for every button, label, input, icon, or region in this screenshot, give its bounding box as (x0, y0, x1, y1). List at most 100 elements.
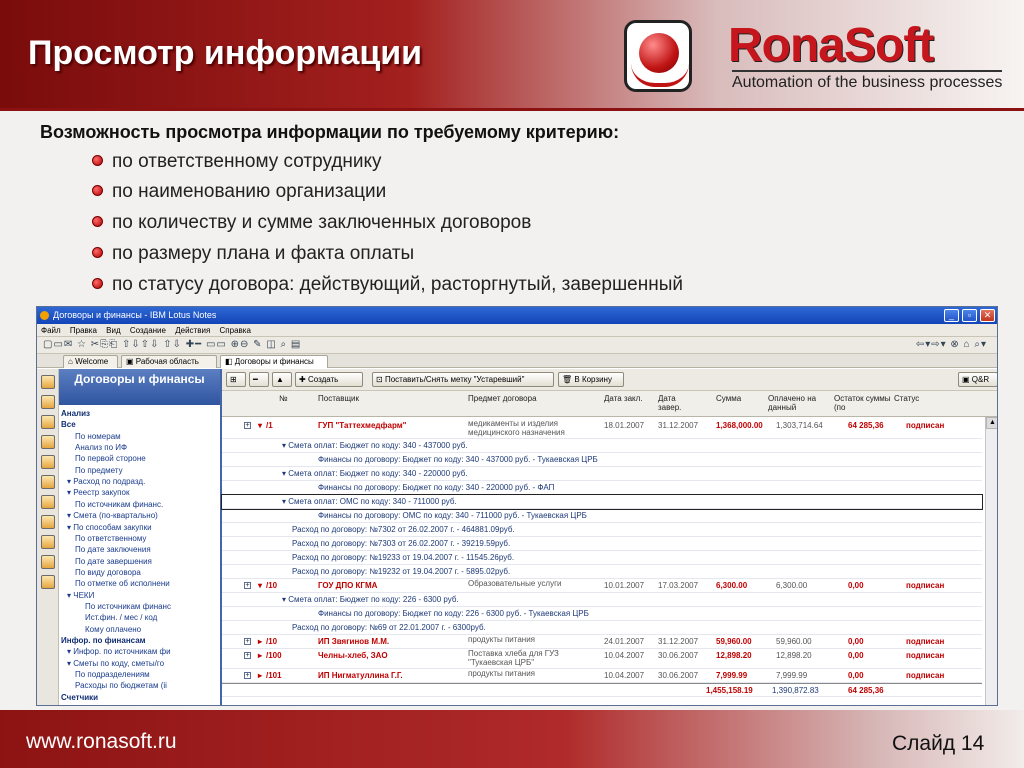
mark-obsolete-button[interactable]: ⊡ Поставить/Снять метку "Устаревший" (372, 372, 554, 387)
qr-button[interactable]: ▣ Q&R (958, 372, 997, 387)
footer-url[interactable]: www.ronasoft.ru (26, 730, 177, 754)
nav-item[interactable]: По дате завершения (75, 557, 152, 566)
nav-item[interactable]: По отметке об исполнени (75, 579, 170, 588)
replicator-icon[interactable] (41, 455, 55, 469)
expand-icon[interactable]: + (244, 638, 251, 645)
contract-row[interactable]: + ▸ /10 ИП Звягинов М.М. продукты питания 24.… (222, 635, 982, 649)
nav-item[interactable]: По номерам (75, 432, 121, 441)
cell-detail: Расход по договору: №69 от 22.01.2007 г.… (292, 623, 486, 632)
nav-item[interactable]: ▾ По способам закупки (67, 523, 152, 532)
nav-item[interactable]: По источникам финанс (85, 602, 171, 611)
detail-row[interactable]: Расход по договору: №7302 от 26.02.2007 … (222, 523, 982, 537)
nav-item[interactable]: По подразделениям (75, 670, 150, 679)
create-button[interactable]: ✚ Создать (295, 372, 363, 387)
twistie-icon[interactable]: ▾ (258, 419, 262, 432)
nav-item[interactable]: По источникам финанс. (75, 500, 163, 509)
menu-file[interactable]: Файл (41, 326, 61, 335)
navigation-icons[interactable]: ⇦▾⇨▾ ⊗ ⌂ ⌕▾ (916, 337, 987, 353)
menu-create[interactable]: Создание (130, 326, 166, 335)
col-subject[interactable]: Предмет договора (468, 394, 537, 403)
nav-item[interactable]: Анализ по ИФ (75, 443, 127, 452)
close-button[interactable]: ✕ (980, 309, 995, 322)
tab-welcome[interactable]: ⌂ Welcome (63, 355, 118, 368)
col-rest[interactable]: Остаток суммы (по (834, 394, 892, 412)
scroll-up-icon[interactable]: ▲ (986, 417, 997, 429)
toolbar-icons[interactable]: ▢▭✉ ☆ ✂⎘⎗ ⇧⇩⇧⇩ ⇧⇩ ✚━ ▭▭ ⊕⊖ ✎ ◫ ⌕ ▤ (43, 339, 301, 350)
nav-item[interactable]: Расходы по бюджетам (ii (75, 681, 167, 690)
detail-row[interactable]: ▾ Смета оплат: Бюджет по коду: 340 - 220… (222, 467, 982, 481)
contract-row[interactable]: + ▸ /100 Челны-хлеб, ЗАО Поставка хлеба для … (222, 649, 982, 669)
twistie-icon[interactable]: ▾ (258, 579, 262, 592)
nav-item[interactable]: Анализ (61, 409, 90, 418)
detail-row[interactable]: ▾ Смета оплат: Бюджет по коду: 340 - 437… (222, 439, 982, 453)
mail-icon[interactable] (41, 375, 55, 389)
main-toolbar[interactable]: ▢▭✉ ☆ ✂⎘⎗ ⇧⇩⇧⇩ ⇧⇩ ✚━ ▭▭ ⊕⊖ ✎ ◫ ⌕ ▤ ⇦▾⇨▾ … (37, 337, 997, 354)
folder-icon[interactable] (41, 575, 55, 589)
nav-item[interactable]: ▾ Инфор. по источникам фи (67, 647, 171, 656)
maximize-button[interactable]: ▫ (962, 309, 977, 322)
expand-icon[interactable]: + (244, 672, 251, 679)
twistie-icon[interactable]: ▸ (258, 635, 262, 648)
menu-help[interactable]: Справка (220, 326, 251, 335)
nav-item[interactable]: Инфор. по финансам (61, 636, 146, 645)
nav-item[interactable]: По дате заключения (75, 545, 151, 554)
calendar-icon[interactable] (41, 395, 55, 409)
databases-icon[interactable] (41, 495, 55, 509)
folder-icon[interactable] (41, 515, 55, 529)
nav-item[interactable]: Ист.фин. / мес / код (85, 613, 157, 622)
menu-edit[interactable]: Правка (70, 326, 97, 335)
nav-item[interactable]: По ответственному (75, 534, 146, 543)
new-doc-icon[interactable]: ⊞ (226, 372, 246, 387)
vertical-scrollbar[interactable]: ▲ (985, 417, 997, 705)
detail-row[interactable]: Расход по договору: №69 от 22.01.2007 г.… (222, 621, 982, 635)
contract-row[interactable]: + ▾ /1 ГУП "Таттехмедфарм" медикаменты и изд… (222, 419, 982, 439)
folder-icon[interactable] (41, 555, 55, 569)
col-date-end[interactable]: Дата завер. (658, 394, 692, 412)
nav-item[interactable]: По предмету (75, 466, 123, 475)
tab-workspace[interactable]: ▣ Рабочая область (121, 355, 217, 368)
contract-row[interactable]: + ▾ /10 ГОУ ДПО КГМА Образовательные услуги 1… (222, 579, 982, 593)
col-status[interactable]: Статус (894, 394, 919, 403)
detail-row[interactable]: Финансы по договору: Бюджет по коду: 340… (222, 453, 982, 467)
nav-item[interactable]: По первой стороне (75, 454, 146, 463)
expand-icon[interactable]: + (244, 422, 251, 429)
twistie-icon[interactable]: ▸ (258, 669, 262, 682)
todo-icon[interactable] (41, 435, 55, 449)
nav-item[interactable]: ▾ Реестр закупок (67, 488, 129, 497)
collapse-icon[interactable]: ━ (249, 372, 269, 387)
col-paid[interactable]: Оплачено на данный (768, 394, 830, 412)
detail-row[interactable]: Расход по договору: №7303 от 26.02.2007 … (222, 537, 982, 551)
col-date-signed[interactable]: Дата закл. (604, 394, 643, 403)
menu-actions[interactable]: Действия (175, 326, 210, 335)
col-supplier[interactable]: Поставщик (318, 394, 359, 403)
tab-contracts[interactable]: ◧ Договоры и финансы (220, 355, 328, 368)
trash-button[interactable]: 🗑 В Корзину (558, 372, 624, 387)
detail-row[interactable]: Финансы по договору: Бюджет по коду: 226… (222, 607, 982, 621)
nav-item[interactable]: ▾ Сметы по коду, сметы/го (67, 659, 164, 668)
favorites-icon[interactable] (41, 475, 55, 489)
expand-icon[interactable]: + (244, 582, 251, 589)
folder-icon[interactable] (41, 535, 55, 549)
minimize-button[interactable]: _ (944, 309, 959, 322)
nav-item[interactable]: Все (61, 420, 76, 429)
detail-row[interactable]: Финансы по договору: ОМС по коду: 340 - … (222, 509, 982, 523)
col-sum[interactable]: Сумма (716, 394, 741, 403)
nav-item[interactable]: ▾ Смета (по-квартально) (67, 511, 158, 520)
detail-row[interactable]: ▾ Смета оплат: ОМС по коду: 340 - 711000… (221, 494, 983, 510)
col-number[interactable]: № (279, 394, 288, 403)
twistie-icon[interactable]: ▸ (258, 649, 262, 662)
address-book-icon[interactable] (41, 415, 55, 429)
detail-row[interactable]: Финансы по договору: Бюджет по коду: 340… (222, 481, 982, 495)
nav-item[interactable]: ▾ ЧЕКИ (67, 591, 94, 600)
expand-up-icon[interactable]: ▲ (272, 372, 292, 387)
nav-item[interactable]: ▾ Расход по подразд. (67, 477, 145, 486)
nav-item[interactable]: Счетчики (61, 693, 98, 702)
menu-view[interactable]: Вид (106, 326, 120, 335)
expand-icon[interactable]: + (244, 652, 251, 659)
detail-row[interactable]: ▾ Смета оплат: Бюджет по коду: 226 - 630… (222, 593, 982, 607)
nav-item[interactable]: По виду договора (75, 568, 141, 577)
contract-row[interactable]: + ▸ /101 ИП Нигматуллина Г.Г. продукты питан… (222, 669, 982, 683)
detail-row[interactable]: Расход по договору: №19232 от 19.04.2007… (222, 565, 982, 579)
nav-item[interactable]: Кому оплачено (85, 625, 141, 634)
detail-row[interactable]: Расход по договору: №19233 от 19.04.2007… (222, 551, 982, 565)
